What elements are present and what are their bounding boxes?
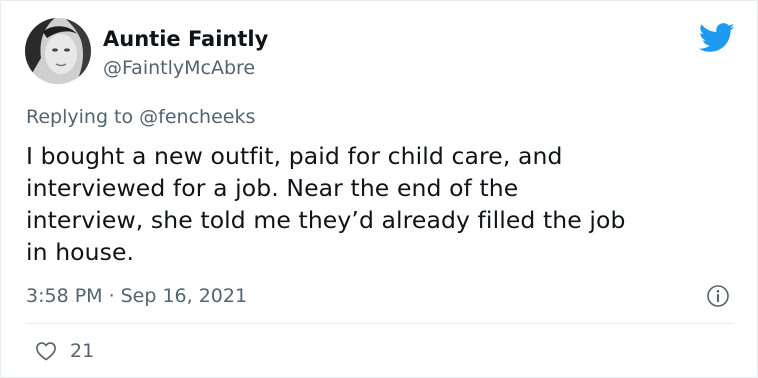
tweet-text-line: I bought a new outfit, paid for child ca…: [26, 142, 563, 170]
twitter-bird-icon[interactable]: [698, 23, 735, 53]
replying-prefix: Replying to: [26, 106, 140, 128]
author-handle[interactable]: @FaintlyMcAbre: [103, 57, 255, 79]
reply-mention-link[interactable]: @fencheeks: [139, 106, 255, 128]
tweet-card: Auntie Faintly @FaintlyMcAbre Replying t…: [0, 0, 758, 378]
tweet-date: Sep 16, 2021: [120, 285, 248, 307]
heart-icon[interactable]: [35, 341, 57, 361]
tweet-text: I bought a new outfit, paid for child ca…: [26, 140, 741, 268]
tweet-time: 3:58 PM: [26, 285, 103, 307]
like-count: 21: [70, 340, 95, 362]
tweet-text-line: in house.: [26, 238, 135, 266]
meta-separator: ·: [108, 285, 115, 307]
replying-to: Replying to @fencheeks: [26, 106, 255, 128]
tweet-text-line: interviewed for a job. Near the end of t…: [26, 174, 519, 202]
divider: [26, 323, 733, 324]
avatar[interactable]: [25, 18, 91, 84]
info-icon[interactable]: [706, 284, 730, 308]
author-display-name[interactable]: Auntie Faintly: [103, 27, 268, 51]
avatar-image: [25, 18, 91, 84]
tweet-text-line: interview, she told me they’d already fi…: [26, 206, 626, 234]
tweet-timestamp[interactable]: 3:58 PM · Sep 16, 2021: [26, 285, 247, 307]
